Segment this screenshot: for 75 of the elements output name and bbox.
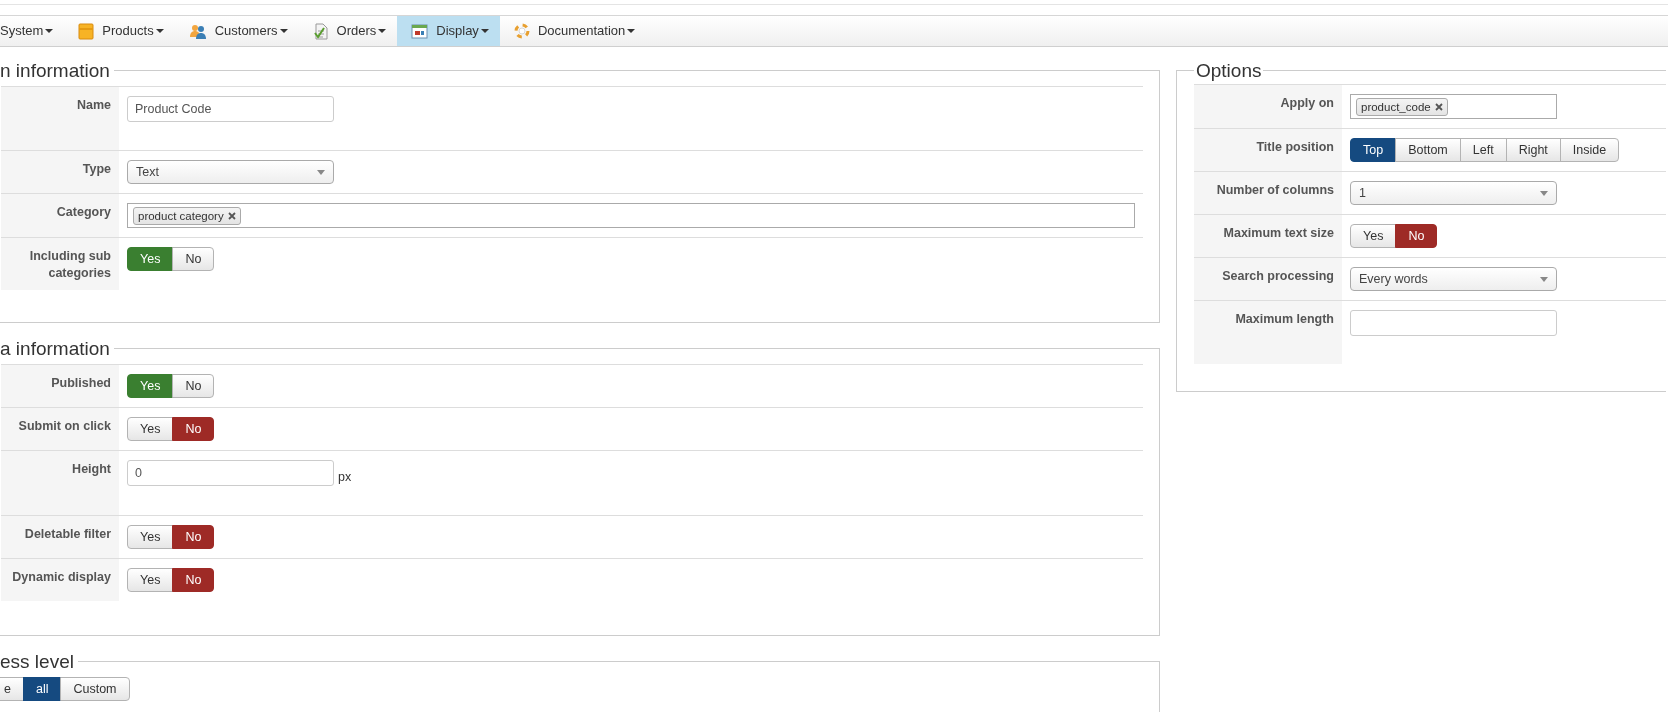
field-label: Dynamic display <box>1 558 119 601</box>
toggle-button[interactable]: Left <box>1459 138 1507 162</box>
toggle-button[interactable]: No <box>172 417 215 441</box>
toggle-button[interactable]: No <box>172 524 215 549</box>
toggle-button[interactable]: No <box>1395 224 1438 248</box>
menu-label[interactable]: Orders <box>336 21 377 41</box>
toggle-button[interactable]: Yes <box>127 374 174 398</box>
toggle-button[interactable]: Right <box>1505 138 1561 162</box>
toggle-button[interactable]: Inside <box>1559 138 1620 162</box>
tag-field[interactable]: product category <box>127 203 1135 228</box>
caret-icon <box>45 29 54 33</box>
toggle-button[interactable]: No <box>172 247 215 271</box>
field-label: Category <box>1 194 119 237</box>
box-icon <box>78 22 95 40</box>
field-label: Including sub categories <box>1 238 119 290</box>
text-field[interactable]: Product Code <box>127 96 334 122</box>
dropdown[interactable]: Text <box>127 160 334 184</box>
toggle-button[interactable]: Yes <box>127 524 174 549</box>
document-icon <box>312 22 329 40</box>
remove-icon[interactable] <box>1434 102 1443 111</box>
tag-label: product category <box>138 208 224 224</box>
field-label: Maximum text size <box>1194 215 1342 257</box>
field-label: Search processing <box>1194 258 1342 300</box>
toggle-button[interactable]: Yes <box>1350 224 1397 248</box>
field-label: Name <box>1 87 119 150</box>
text-field[interactable] <box>1350 310 1557 336</box>
toggle-button[interactable]: Yes <box>127 417 174 441</box>
dropdown[interactable]: Every words <box>1350 267 1557 291</box>
tag-label: product_code <box>1361 99 1431 115</box>
field-label: Height <box>1 451 119 515</box>
menu-label[interactable]: Products <box>102 21 154 41</box>
toggle-button[interactable]: Top <box>1350 138 1397 162</box>
menu-item[interactable]: Products <box>64 16 175 46</box>
field-label: Type <box>1 151 119 193</box>
lifebuoy-icon <box>513 23 530 39</box>
caret-icon <box>155 29 164 33</box>
section-title: n information <box>0 61 111 80</box>
field-label: Published <box>1 365 119 407</box>
field-label: Number of columns <box>1194 172 1342 214</box>
menu-label[interactable]: Customers <box>214 21 278 41</box>
toggle-button[interactable]: No <box>172 567 215 592</box>
menu-item[interactable]: Display <box>397 16 500 46</box>
toggle-button[interactable]: Yes <box>127 247 174 271</box>
menu-item[interactable]: System <box>0 16 65 46</box>
field-label: Title position <box>1194 129 1342 171</box>
menu-item[interactable]: Orders <box>298 16 398 46</box>
menu-item[interactable]: Customers <box>174 16 299 46</box>
toggle-button[interactable]: Yes <box>127 567 174 592</box>
toggle-button[interactable]: all <box>22 676 62 701</box>
caret-icon <box>627 29 636 33</box>
remove-icon[interactable] <box>227 211 236 220</box>
dropdown[interactable]: 1 <box>1350 181 1557 205</box>
text-field[interactable]: 0 <box>127 460 334 486</box>
section-title: Options <box>1195 61 1263 80</box>
people-icon <box>188 23 207 39</box>
field-label: Maximum length <box>1194 301 1342 364</box>
tag-field[interactable]: product_code <box>1350 94 1557 119</box>
menu-label[interactable]: System <box>0 21 44 41</box>
menu-label[interactable]: Documentation <box>537 21 626 41</box>
menu-label[interactable]: Display <box>436 21 479 41</box>
field-label: Deletable filter <box>1 515 119 558</box>
section-title: a information <box>0 339 111 358</box>
section-title: ess level <box>0 651 75 671</box>
field-label: Apply on <box>1194 85 1342 128</box>
toggle-button[interactable]: No <box>172 374 215 398</box>
unit-label: px <box>338 469 352 486</box>
caret-icon <box>279 29 288 33</box>
caret-icon <box>480 29 489 33</box>
toggle-button[interactable]: Custom <box>60 676 130 701</box>
toggle-button[interactable]: Bottom <box>1395 138 1461 162</box>
toggle-button[interactable]: e <box>0 676 24 701</box>
field-label: Submit on click <box>1 408 119 450</box>
menu-item[interactable]: Documentation <box>499 16 647 46</box>
caret-icon <box>378 29 387 33</box>
window-icon <box>411 23 429 39</box>
